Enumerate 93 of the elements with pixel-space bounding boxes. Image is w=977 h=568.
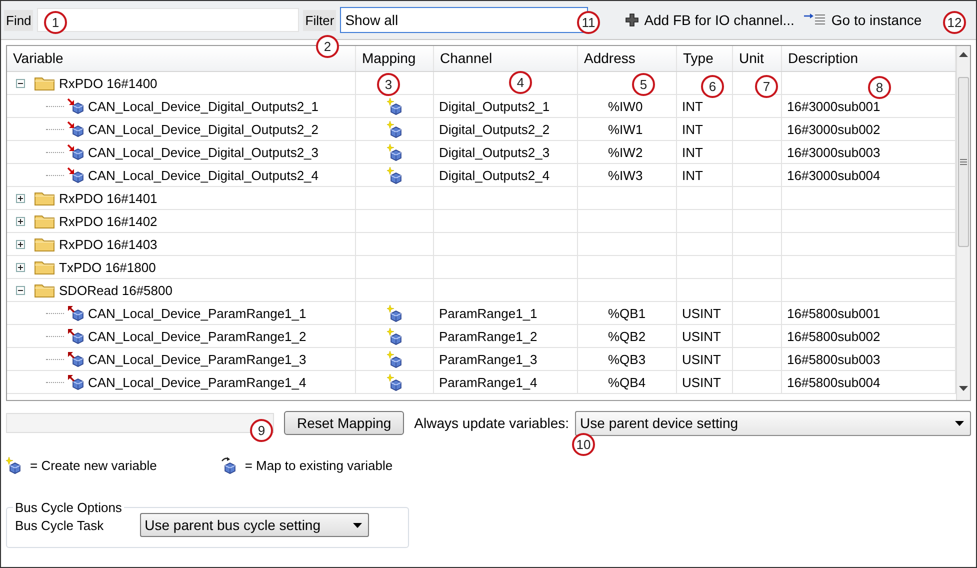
address-cell: %IW3	[578, 164, 677, 186]
channel-cell: Digital_Outputs2_3	[434, 141, 578, 163]
group-name: RxPDO 16#1401	[59, 190, 158, 206]
variable-name: CAN_Local_Device_ParamRange1_1	[88, 306, 306, 320]
find-label: Find	[4, 10, 34, 30]
folder-icon	[34, 75, 56, 91]
grip-icon	[960, 159, 967, 165]
create-variable-icon	[386, 98, 402, 114]
group-title: Bus Cycle Options	[14, 500, 123, 515]
type-cell: INT	[677, 164, 733, 186]
plus-icon	[625, 13, 640, 27]
channel-cell: ParamRange1_2	[434, 325, 578, 347]
variable-name: CAN_Local_Device_Digital_Outputs2_3	[88, 144, 319, 160]
output-channel-icon	[67, 120, 85, 138]
type-cell: INT	[677, 141, 733, 163]
column-header[interactable]: Mapping	[356, 46, 434, 71]
variable-name: CAN_Local_Device_ParamRange1_2	[88, 328, 306, 344]
create-variable-icon	[386, 374, 402, 390]
folder-icon	[34, 282, 56, 298]
reset-mapping-button[interactable]: Reset Mapping	[284, 411, 404, 435]
expand-icon[interactable]	[16, 262, 25, 272]
input-channel-icon	[67, 350, 85, 368]
group-name: RxPDO 16#1402	[59, 214, 158, 228]
variable-name: CAN_Local_Device_Digital_Outputs2_4	[88, 168, 319, 182]
column-header[interactable]: Unit	[733, 46, 782, 71]
scroll-up-icon[interactable]	[959, 52, 968, 58]
channel-cell: ParamRange1_1	[434, 302, 578, 324]
address-cell: %IW2	[578, 141, 677, 163]
create-variable-icon	[386, 304, 402, 322]
input-channel-icon	[67, 328, 85, 344]
address-cell: %QB2	[578, 325, 677, 347]
address-cell: %QB1	[578, 302, 677, 324]
bus-cycle-label: Bus Cycle Task	[15, 518, 104, 532]
variable-name: CAN_Local_Device_Digital_Outputs2_1	[88, 98, 319, 114]
dropdown-arrow-icon	[352, 522, 362, 528]
create-variable-icon	[386, 144, 402, 160]
output-channel-icon	[67, 166, 85, 184]
type-cell: USINT	[677, 371, 733, 393]
address-cell: %QB3	[578, 348, 677, 370]
create-variable-icon	[386, 120, 402, 138]
collapse-icon[interactable]	[16, 78, 25, 88]
variable-name: CAN_Local_Device_Digital_Outputs2_2	[88, 122, 319, 136]
create-variable-icon	[6, 457, 22, 474]
output-channel-icon	[67, 98, 85, 114]
go-to-instance-button[interactable]: Go to instance	[801, 10, 925, 30]
expand-icon[interactable]	[16, 240, 25, 248]
scrollbar[interactable]	[956, 46, 970, 400]
filter-label: Filter	[303, 10, 336, 30]
folder-icon	[34, 236, 56, 252]
bus-cycle-dropdown[interactable]: Use parent bus cycle setting	[140, 513, 369, 537]
address-cell: %QB4	[578, 371, 677, 393]
add-fb-button[interactable]: Add FB for IO channel...	[622, 10, 798, 30]
channel-cell: Digital_Outputs2_2	[434, 118, 578, 140]
input-channel-icon	[67, 304, 85, 322]
type-cell: USINT	[677, 302, 733, 324]
output-channel-icon	[67, 144, 85, 160]
callout-marker: 9	[250, 419, 273, 442]
update-dropdown[interactable]: Use parent device setting	[575, 410, 971, 436]
type-cell: USINT	[677, 325, 733, 347]
expand-icon[interactable]	[16, 216, 25, 226]
group-name: SDORead 16#5800	[59, 282, 172, 298]
type-cell: USINT	[677, 348, 733, 370]
update-label: Always update variables:	[414, 415, 570, 431]
column-header[interactable]: Type	[677, 46, 733, 71]
group-name: RxPDO 16#1403	[59, 236, 158, 252]
channel-cell: ParamRange1_3	[434, 348, 578, 370]
expand-icon[interactable]	[16, 194, 25, 202]
jump-to-list-icon	[804, 13, 826, 27]
channel-cell: Digital_Outputs2_1	[434, 95, 578, 117]
legend-text: = Map to existing variable	[244, 458, 393, 473]
column-header[interactable]: Address	[578, 46, 677, 71]
address-cell: %IW1	[578, 118, 677, 140]
create-variable-icon	[386, 350, 402, 368]
channel-cell: Digital_Outputs2_4	[434, 164, 578, 186]
input-channel-icon	[67, 374, 85, 390]
legend-text: = Create new variable	[30, 458, 157, 473]
map-variable-icon	[220, 457, 237, 474]
dropdown-arrow-icon	[955, 420, 964, 426]
folder-icon	[34, 190, 56, 206]
folder-icon	[34, 213, 56, 229]
collapse-icon[interactable]	[16, 286, 25, 294]
channel-cell: ParamRange1_4	[434, 371, 578, 393]
scroll-down-icon[interactable]	[959, 386, 968, 392]
callout-marker: 10	[572, 433, 595, 456]
variable-name: CAN_Local_Device_ParamRange1_3	[88, 352, 306, 366]
group-name: TxPDO 16#1800	[59, 260, 156, 274]
variable-name: CAN_Local_Device_ParamRange1_4	[88, 374, 306, 390]
find-field[interactable]	[37, 8, 300, 32]
group-name: RxPDO 16#1400	[59, 76, 158, 90]
create-variable-icon	[386, 328, 402, 344]
type-cell: INT	[677, 118, 733, 140]
create-variable-icon	[386, 166, 402, 184]
folder-icon	[34, 259, 56, 275]
